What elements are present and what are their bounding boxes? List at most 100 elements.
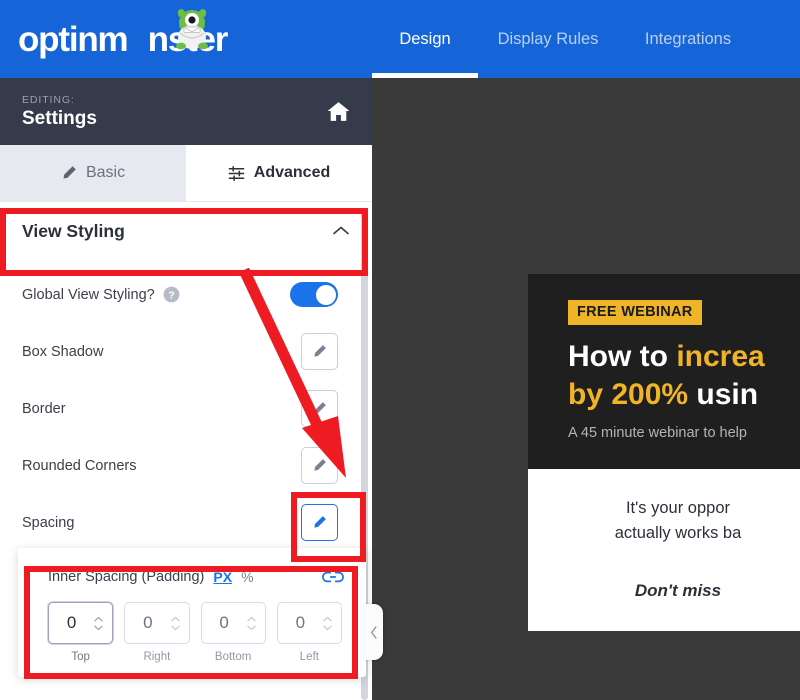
svg-text:?: ? — [168, 290, 174, 301]
chevron-up-icon — [94, 616, 103, 621]
logo-wordmark: optinmonster — [18, 8, 228, 59]
chevron-up-icon[interactable] — [332, 225, 350, 237]
chevron-down-icon — [170, 625, 180, 630]
stepper-right[interactable] — [124, 602, 190, 644]
row-spacing: Spacing — [0, 494, 372, 551]
row-border: Border — [0, 380, 372, 437]
padding-field-bottom: Bottom — [200, 602, 266, 663]
section-header-view-styling[interactable]: View Styling — [0, 202, 372, 260]
chevron-up-icon — [323, 616, 332, 621]
pencil-icon — [63, 166, 76, 179]
padding-input-top[interactable] — [49, 613, 95, 633]
optin-cta-text: Don't miss — [634, 580, 722, 600]
optinmonster-logo[interactable]: optinmonster — [0, 0, 372, 78]
spinner-left[interactable] — [323, 616, 341, 631]
question-mark-icon[interactable]: ? — [163, 286, 180, 303]
row-label-box-shadow: Box Shadow — [22, 343, 104, 360]
unit-toggle-px[interactable]: PX — [213, 569, 232, 585]
edit-button-spacing[interactable] — [301, 504, 338, 541]
optin-body-line-2: actually works ba — [614, 524, 742, 543]
chevron-down-icon — [247, 625, 256, 630]
panel-tabs: Basic Advanced — [0, 145, 372, 202]
editing-header: EDITING: Settings — [0, 78, 372, 145]
tab-integrations[interactable]: Integrations — [618, 0, 758, 78]
stepper-top[interactable] — [48, 602, 114, 644]
padding-steppers: Top Right — [18, 590, 366, 663]
pencil-icon — [314, 516, 326, 528]
headline-part-accent-1: increa — [676, 340, 765, 373]
padding-input-left[interactable] — [277, 613, 323, 633]
tab-basic-label: Basic — [85, 164, 126, 181]
tab-design-label: Design — [399, 29, 451, 48]
section-title: View Styling — [22, 220, 125, 241]
stepper-left[interactable] — [276, 602, 342, 644]
tab-advanced-label: Advanced — [253, 164, 331, 181]
padding-field-left: Left — [276, 602, 342, 663]
optin-preview[interactable]: FREE WEBINAR How to increa by 200% usin … — [528, 274, 800, 631]
edit-button-rounded-corners[interactable] — [301, 447, 338, 484]
chevron-up-icon — [170, 616, 180, 621]
spinner-bottom[interactable] — [247, 616, 265, 631]
row-label-rounded-corners: Rounded Corners — [22, 457, 137, 474]
tab-integrations-label: Integrations — [644, 29, 732, 48]
chain-link-icon[interactable] — [322, 570, 344, 584]
tab-basic[interactable]: Basic — [0, 145, 186, 201]
unit-toggle-percent[interactable]: % — [241, 569, 253, 585]
inner-spacing-card: Inner Spacing (Padding) PX % Top — [18, 548, 366, 677]
edit-button-border[interactable] — [301, 390, 338, 427]
padding-field-right: Right — [124, 602, 190, 663]
panel-collapse-handle[interactable] — [364, 604, 383, 660]
monster-mascot-icon — [176, 8, 208, 49]
spinner-right[interactable] — [170, 616, 189, 631]
padding-field-top: Top — [48, 602, 114, 663]
inner-spacing-title: Inner Spacing (Padding) — [48, 569, 205, 585]
stepper-bottom[interactable] — [200, 602, 266, 644]
tab-design[interactable]: Design — [372, 0, 478, 78]
pencil-icon — [314, 402, 326, 414]
row-rounded-corners: Rounded Corners — [0, 437, 372, 494]
row-label-global-view-styling: Global View Styling? ? — [22, 286, 180, 303]
chevron-left-icon — [370, 625, 377, 639]
row-box-shadow: Box Shadow — [0, 323, 372, 380]
logo-text-before: optinm — [18, 19, 129, 59]
chevron-up-icon — [247, 616, 256, 621]
pencil-icon — [314, 459, 326, 471]
toggle-knob — [315, 284, 336, 305]
padding-label-bottom: Bottom — [214, 651, 252, 663]
home-icon[interactable] — [325, 99, 352, 124]
inner-spacing-header: Inner Spacing (Padding) PX % — [18, 564, 366, 590]
tab-display-rules[interactable]: Display Rules — [478, 0, 618, 78]
row-global-view-styling: Global View Styling? ? — [0, 266, 372, 323]
pencil-icon — [314, 345, 326, 357]
row-label-border: Border — [22, 400, 66, 417]
spinner-top[interactable] — [94, 616, 112, 631]
chevron-down-icon — [94, 625, 103, 630]
row-label-spacing: Spacing — [22, 514, 75, 531]
headline-part-white-2: usin — [696, 378, 759, 412]
optin-body-line-1: It's your oppor — [625, 498, 731, 517]
padding-label-top: Top — [71, 651, 90, 663]
sliders-icon — [228, 165, 245, 181]
edit-button-box-shadow[interactable] — [301, 333, 338, 370]
chevron-down-icon — [323, 625, 332, 630]
toggle-global-view-styling[interactable] — [290, 282, 338, 307]
editing-name: Settings — [22, 108, 97, 130]
top-bar: optinmonster Design — [0, 0, 800, 78]
tab-display-rules-label: Display Rules — [497, 29, 599, 48]
padding-label-right: Right — [143, 651, 171, 663]
free-webinar-badge: FREE WEBINAR — [568, 300, 702, 325]
optin-subheadline: A 45 minute webinar to help — [568, 424, 747, 441]
optinmonster-campaign-builder: optinmonster Design — [0, 0, 800, 700]
row-text-global-view-styling: Global View Styling? — [22, 286, 155, 303]
tab-advanced[interactable]: Advanced — [186, 145, 372, 201]
padding-input-right[interactable] — [125, 613, 171, 633]
optin-headline: How to increa by 200% usin — [568, 338, 800, 415]
headline-part-white-1: How to — [568, 340, 677, 373]
optin-header-section: FREE WEBINAR How to increa by 200% usin … — [528, 274, 800, 469]
optin-body-section: It's your oppor actually works ba Don't … — [528, 468, 800, 631]
editing-label: EDITING: — [22, 93, 75, 106]
headline-part-accent-2: by 200% — [568, 378, 697, 412]
padding-label-left: Left — [299, 651, 319, 663]
padding-input-bottom[interactable] — [201, 613, 247, 633]
campaign-preview-canvas: FREE WEBINAR How to increa by 200% usin … — [372, 78, 800, 700]
